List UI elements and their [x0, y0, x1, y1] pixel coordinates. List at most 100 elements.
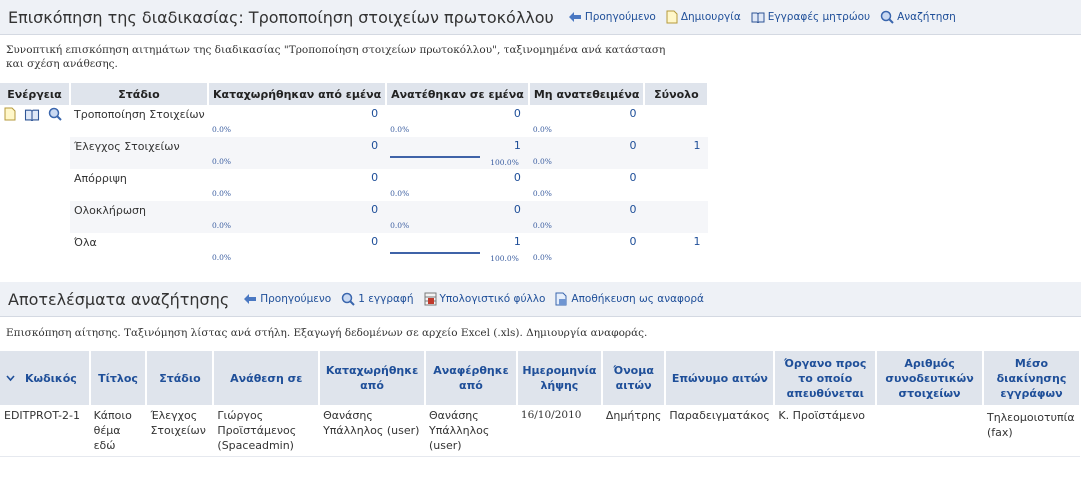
count[interactable]: 1	[514, 139, 521, 152]
col-header-addressed-to[interactable]: Όργανο προς το οποίο απευθύνεται	[774, 351, 878, 405]
col-header-first-name[interactable]: Όνομα αιτών	[601, 351, 667, 405]
stage-name: Έλεγχος Στοιχείων	[70, 137, 208, 169]
search-link[interactable]: Αναζήτηση	[880, 10, 956, 24]
assigned-to-link[interactable]: Γιώργος Προϊστάμενος (Spaceadmin)	[213, 405, 320, 457]
registered-by-me-cell[interactable]: 0 0.0%	[208, 105, 386, 137]
col-header-attachments[interactable]: Αριθμός συνοδευτικών στοιχείων	[876, 351, 984, 405]
assigned-to-me-cell[interactable]: 0 0.0%	[386, 169, 529, 201]
col-header-assigned-to[interactable]: Ανάθεση σε	[213, 351, 321, 405]
unassigned-cell[interactable]: 0 0.0%	[528, 137, 645, 169]
registered-by-me-cell[interactable]: 0 0.0%	[208, 137, 387, 169]
registered-by-me-cell[interactable]: 0 0.0%	[208, 201, 387, 233]
count[interactable]: 0	[371, 203, 378, 216]
count[interactable]: 1	[514, 235, 521, 248]
unassigned-cell[interactable]: 0 0.0%	[528, 201, 645, 233]
total-cell[interactable]	[644, 201, 709, 233]
col-header-registered-by-me: Καταχωρήθηκαν από εμένα	[208, 83, 388, 105]
create-link[interactable]: Δημιουργία	[666, 10, 741, 24]
overview-header: Επισκόπηση της διαδικασίας: Τροποποίηση …	[0, 0, 1081, 35]
stage-name: Όλα	[74, 236, 97, 249]
col-header-code-label: Κωδικός	[25, 371, 77, 385]
total-cell[interactable]: 1	[644, 233, 708, 265]
count[interactable]: 0	[629, 171, 636, 184]
col-header-title[interactable]: Τίτλος	[89, 351, 148, 405]
assigned-to-me-cell[interactable]: 1 100.0%	[386, 233, 529, 265]
book-icon	[751, 12, 765, 23]
table-row: Έλεγχος Στοιχείων 0 0.0% 1 100.0% 0 0.0% 1	[0, 137, 709, 169]
registered-by-me-cell[interactable]: 0 0.0%	[208, 233, 386, 265]
stage-name: Τροποποίηση Στοιχείων	[74, 108, 205, 121]
count[interactable]: 0	[371, 235, 378, 248]
request-code-link[interactable]: EDITPROT-2-1	[0, 405, 90, 457]
percent: 0.0%	[390, 221, 410, 230]
count[interactable]: 0	[371, 171, 378, 184]
search-icon[interactable]	[48, 107, 62, 121]
save-report-icon	[555, 292, 567, 306]
save-as-report-link[interactable]: Αποθήκευση ως αναφορά	[555, 292, 704, 306]
percent: 0.0%	[212, 189, 232, 198]
new-document-icon[interactable]	[4, 107, 16, 121]
results-table: Κωδικός Τίτλος Στάδιο Ανάθεση σε Καταχωρ…	[0, 351, 1081, 457]
stage-cell: Έλεγχος Στοιχείων	[146, 405, 214, 457]
previous-link-label: Προηγούμενο	[584, 11, 656, 23]
percent: 0.0%	[390, 189, 410, 198]
count[interactable]: 0	[629, 203, 636, 216]
registry-records-link-label: Εγγραφές μητρώου	[767, 11, 871, 23]
total-cell[interactable]	[644, 169, 708, 201]
count[interactable]: 0	[629, 107, 636, 120]
previous-link[interactable]: Προηγούμενο	[243, 293, 331, 305]
count[interactable]: 0	[371, 107, 378, 120]
col-header-assigned-to-me: Ανατέθηκαν σε εμένα	[386, 83, 530, 105]
book-icon[interactable]	[24, 108, 40, 121]
table-row: EDITPROT-2-1 Κάποιο θέμα εδώ Έλεγχος Στο…	[0, 405, 1080, 457]
page-title: Επισκόπηση της διαδικασίας: Τροποποίηση …	[8, 7, 554, 27]
col-header-registered-by[interactable]: Καταχωρήθηκε από	[319, 351, 427, 405]
record-count-link[interactable]: 1 εγγραφή	[341, 292, 414, 306]
col-header-stage[interactable]: Στάδιο	[146, 351, 215, 405]
assigned-to-me-cell[interactable]: 0 0.0%	[386, 105, 529, 137]
assigned-to-me-cell[interactable]: 1 100.0%	[386, 137, 529, 169]
count[interactable]: 1	[693, 139, 700, 152]
progress-bar	[390, 156, 481, 158]
registered-by-link[interactable]: Θανάσης Υπάλληλος (user)	[319, 405, 426, 457]
record-count-label: 1 εγγραφή	[358, 293, 414, 305]
count[interactable]: 0	[371, 139, 378, 152]
reported-by-link[interactable]: Θανάσης Υπάλληλος (user)	[425, 405, 517, 457]
unassigned-cell[interactable]: 0 0.0%	[529, 105, 645, 137]
results-toolbar: Προηγούμενο 1 εγγραφή Υπολογιστικό φύλλο…	[243, 292, 714, 306]
stage-name: Απόρριψη	[74, 172, 127, 185]
col-header-received-date[interactable]: Ημερομηνία λήψης	[516, 351, 603, 405]
total-cell[interactable]: 1	[644, 137, 709, 169]
count[interactable]: 0	[514, 107, 521, 120]
col-header-reported-by[interactable]: Αναφέρθηκε από	[425, 351, 518, 405]
table-row: Απόρριψη 0 0.0% 0 0.0% 0 0.0%	[0, 169, 708, 201]
percent: 100.0%	[490, 158, 519, 167]
new-document-icon	[666, 10, 678, 24]
unassigned-cell[interactable]: 0 0.0%	[529, 233, 645, 265]
spreadsheet-icon	[424, 292, 437, 306]
count[interactable]: 1	[693, 235, 700, 248]
registry-records-link[interactable]: Εγγραφές μητρώου	[751, 11, 870, 23]
registered-by-me-cell[interactable]: 0 0.0%	[208, 169, 386, 201]
count[interactable]: 0	[514, 171, 521, 184]
progress-bar	[390, 252, 481, 254]
previous-link[interactable]: Προηγούμενο	[568, 11, 656, 23]
total-cell[interactable]	[644, 105, 708, 137]
unassigned-cell[interactable]: 0 0.0%	[529, 169, 645, 201]
assigned-to-me-cell[interactable]: 0 0.0%	[386, 201, 529, 233]
spreadsheet-link[interactable]: Υπολογιστικό φύλλο	[424, 292, 545, 306]
count[interactable]: 0	[629, 235, 636, 248]
sort-desc-icon[interactable]	[6, 371, 15, 386]
last-name-cell: Παραδειγματάκος	[665, 405, 775, 457]
results-description: Επισκόπηση αίτησης. Ταξινόμηση λίστας αν…	[6, 327, 648, 339]
addressed-to-cell: Κ. Προϊστάμενο	[774, 405, 877, 457]
title-cell: Κάποιο θέμα εδώ	[89, 405, 147, 457]
col-header-delivery-method[interactable]: Μέσο διακίνησης εγγράφων	[982, 351, 1081, 405]
percent: 0.0%	[532, 189, 552, 198]
count[interactable]: 0	[629, 139, 636, 152]
col-header-last-name[interactable]: Επώνυμο αιτών	[665, 351, 776, 405]
percent: 0.0%	[532, 253, 552, 262]
col-header-code[interactable]: Κωδικός	[0, 351, 91, 405]
count[interactable]: 0	[514, 203, 521, 216]
search-link-label: Αναζήτηση	[897, 11, 956, 23]
